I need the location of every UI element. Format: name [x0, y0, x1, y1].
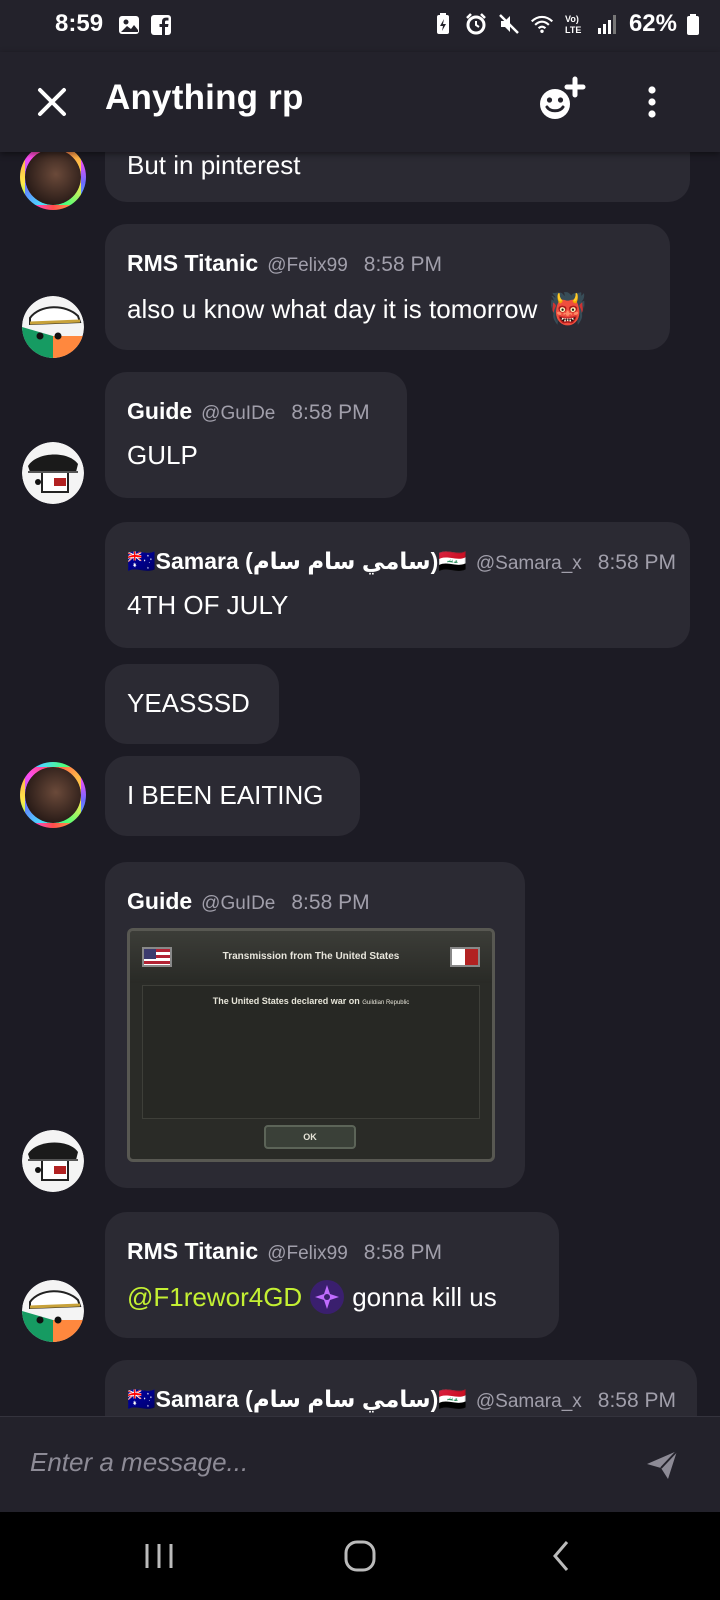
author-name[interactable]: RMS Titanic [127, 250, 258, 277]
message-text: YEASSSD [127, 688, 250, 718]
author-name[interactable]: 🇦🇺Samara (سامي سام سام)🇮🇶 [127, 1386, 467, 1413]
more-options-button[interactable] [634, 82, 670, 122]
countryball-avatar-icon [22, 442, 84, 504]
message-time: 8:58 PM [597, 551, 676, 574]
status-bar: 8:59 Vo) LTE 62% [0, 0, 720, 52]
more-vertical-icon [648, 86, 656, 118]
avatar[interactable] [20, 762, 86, 828]
attachment-ok-button: OK [264, 1125, 356, 1149]
author-handle: @Samara_x [475, 553, 582, 574]
avatar[interactable] [22, 296, 84, 358]
avatar[interactable] [20, 152, 86, 210]
message-text: But in pinterest [127, 152, 301, 180]
alarm-icon [464, 12, 488, 36]
message-bubble[interactable]: RMS Titanic @Felix99 8:58 PM also u know… [105, 224, 670, 350]
back-icon [553, 1541, 569, 1571]
signal-icon [596, 12, 620, 36]
message-text: I BEEN EAITING [127, 780, 324, 810]
app-bar: Anything rp [0, 52, 720, 152]
message-text: gonna kill us [352, 1281, 497, 1312]
user-mention[interactable]: @F1rewor4GD [127, 1282, 302, 1313]
message-bubble[interactable]: 🇦🇺Samara (سامي سام سام)🇮🇶 @Samara_x 8:58… [105, 522, 690, 648]
author-handle: @Felix99 [267, 255, 348, 276]
wifi-icon [530, 12, 554, 36]
avatar[interactable] [22, 1280, 84, 1342]
message-input[interactable]: Enter a message... [30, 1447, 248, 1478]
chat-title: Anything rp [105, 78, 304, 117]
avatar[interactable] [22, 442, 84, 504]
author-name[interactable]: Guide [127, 888, 192, 915]
home-button[interactable] [338, 1534, 382, 1578]
message-text: also u know what day it is tomorrow [127, 294, 538, 324]
author-name[interactable]: RMS Titanic [127, 1238, 258, 1265]
message-bubble[interactable]: Guide @GuIDe 8:58 PM Transmission from T… [105, 862, 525, 1188]
attachment-body: The United States declared war on [212, 996, 360, 1006]
message-time: 8:58 PM [363, 1241, 442, 1264]
author-name[interactable]: 🇦🇺Samara (سامي سام سام)🇮🇶 [127, 548, 467, 575]
back-button[interactable] [540, 1534, 584, 1578]
author-handle: @Felix99 [267, 1243, 348, 1264]
attachment-target: Guildian Republic [362, 1000, 410, 1006]
message-time: 8:58 PM [597, 1389, 676, 1412]
system-nav-bar [0, 1512, 720, 1600]
message-bubble[interactable]: YEASSSD [105, 664, 279, 744]
attachment-title: Transmission from The United States [222, 951, 400, 962]
author-handle: @GuIDe [201, 893, 276, 914]
message-list[interactable]: But in pinterest RMS Titanic @Felix99 8:… [0, 152, 720, 1416]
svg-text:LTE: LTE [565, 25, 581, 35]
countryball-avatar-icon [22, 1280, 84, 1342]
add-emoji-icon [540, 76, 586, 119]
oni-emoji: 👹 [549, 293, 587, 326]
battery-percent: 62% [628, 10, 677, 37]
countryball-avatar-icon [22, 296, 84, 358]
message-bubble[interactable]: 🇦🇺Samara (سامي سام سام)🇮🇶 @Samara_x 8:58… [105, 1360, 697, 1416]
send-button[interactable] [644, 1447, 680, 1483]
mute-icon [497, 12, 521, 36]
message-bubble[interactable]: But in pinterest [105, 152, 690, 202]
recent-apps-icon [145, 1544, 173, 1568]
image-attachment[interactable]: Transmission from The United States The … [127, 928, 495, 1162]
message-time: 8:58 PM [291, 891, 370, 914]
message-time: 8:58 PM [291, 401, 370, 424]
battery-icon [686, 12, 700, 36]
close-icon [38, 88, 66, 116]
close-button[interactable] [32, 82, 72, 122]
recent-apps-button[interactable] [137, 1534, 181, 1578]
author-handle: @Samara_x [475, 1391, 582, 1412]
message-bubble[interactable]: RMS Titanic @Felix99 8:58 PM @F1rewor4GD… [105, 1212, 559, 1338]
message-text: 4TH OF JULY [127, 590, 289, 620]
battery-saver-icon [431, 12, 455, 36]
author-handle: @GuIDe [201, 403, 276, 424]
status-time: 8:59 [55, 10, 104, 37]
message-bubble[interactable]: Guide @GuIDe 8:58 PM GULP [105, 372, 407, 498]
message-bubble[interactable]: I BEEN EAITING [105, 756, 360, 836]
message-time: 8:58 PM [363, 253, 442, 276]
shuriken-badge-icon [310, 1280, 345, 1314]
countryball-avatar-icon [22, 1130, 84, 1192]
gallery-icon [118, 14, 140, 36]
avatar[interactable] [22, 1130, 84, 1192]
facebook-icon [150, 14, 172, 36]
send-icon [647, 1450, 678, 1479]
volte-icon: Vo) LTE [563, 12, 587, 36]
add-member-button[interactable] [535, 76, 587, 126]
home-icon [344, 1540, 376, 1572]
message-composer: Enter a message... [0, 1416, 720, 1513]
author-name[interactable]: Guide [127, 398, 192, 425]
svg-text:Vo): Vo) [565, 14, 579, 24]
message-text: GULP [127, 440, 198, 470]
